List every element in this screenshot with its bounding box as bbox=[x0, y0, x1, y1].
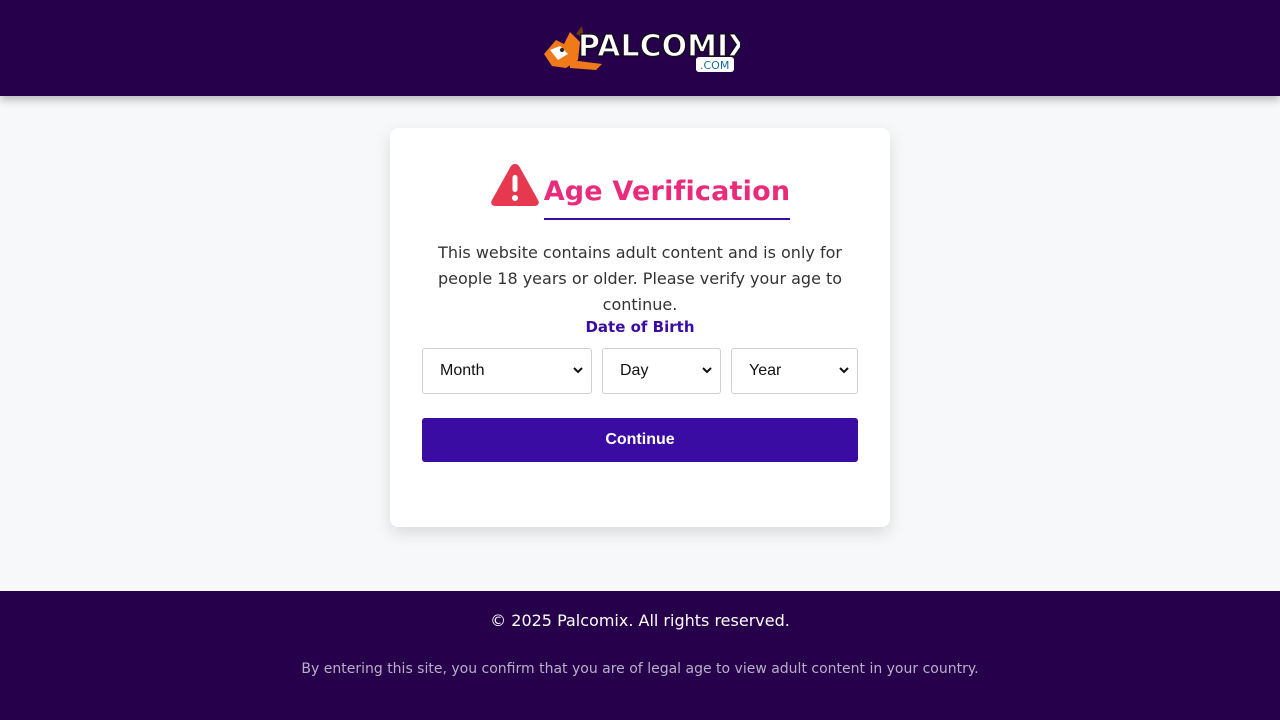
year-select-value: Year bbox=[749, 362, 782, 379]
site-footer: © 2025 Palcomix. All rights reserved. By… bbox=[0, 591, 1280, 720]
chevron-down-icon bbox=[839, 367, 849, 374]
day-select-value: Day bbox=[620, 362, 649, 379]
site-header: PALCOMIX .COM bbox=[0, 0, 1280, 96]
palcomix-logo-icon: PALCOMIX .COM bbox=[544, 26, 740, 72]
copyright-text: © 2025 Palcomix. All rights reserved. bbox=[490, 611, 790, 630]
dob-label: Date of Birth bbox=[585, 318, 695, 336]
month-select-value: Month bbox=[440, 362, 485, 379]
day-select[interactable]: Day bbox=[602, 348, 721, 394]
year-select[interactable]: Year bbox=[731, 348, 858, 394]
page-title: Age Verification bbox=[543, 176, 791, 207]
month-select[interactable]: Month bbox=[422, 348, 592, 394]
chevron-down-icon bbox=[702, 367, 712, 374]
site-logo[interactable]: PALCOMIX .COM bbox=[540, 18, 740, 78]
logo-subtext: .COM bbox=[700, 59, 729, 72]
age-description: This website contains adult content and … bbox=[437, 243, 843, 314]
age-verification-card: Age Verification This website contains a… bbox=[390, 128, 890, 527]
title-row: Age Verification bbox=[390, 162, 890, 222]
legal-disclaimer: By entering this site, you confirm that … bbox=[301, 661, 979, 677]
title-underline bbox=[543, 218, 791, 220]
chevron-down-icon bbox=[573, 367, 583, 374]
continue-button[interactable]: Continue bbox=[422, 418, 858, 462]
warning-triangle-icon bbox=[490, 164, 539, 206]
